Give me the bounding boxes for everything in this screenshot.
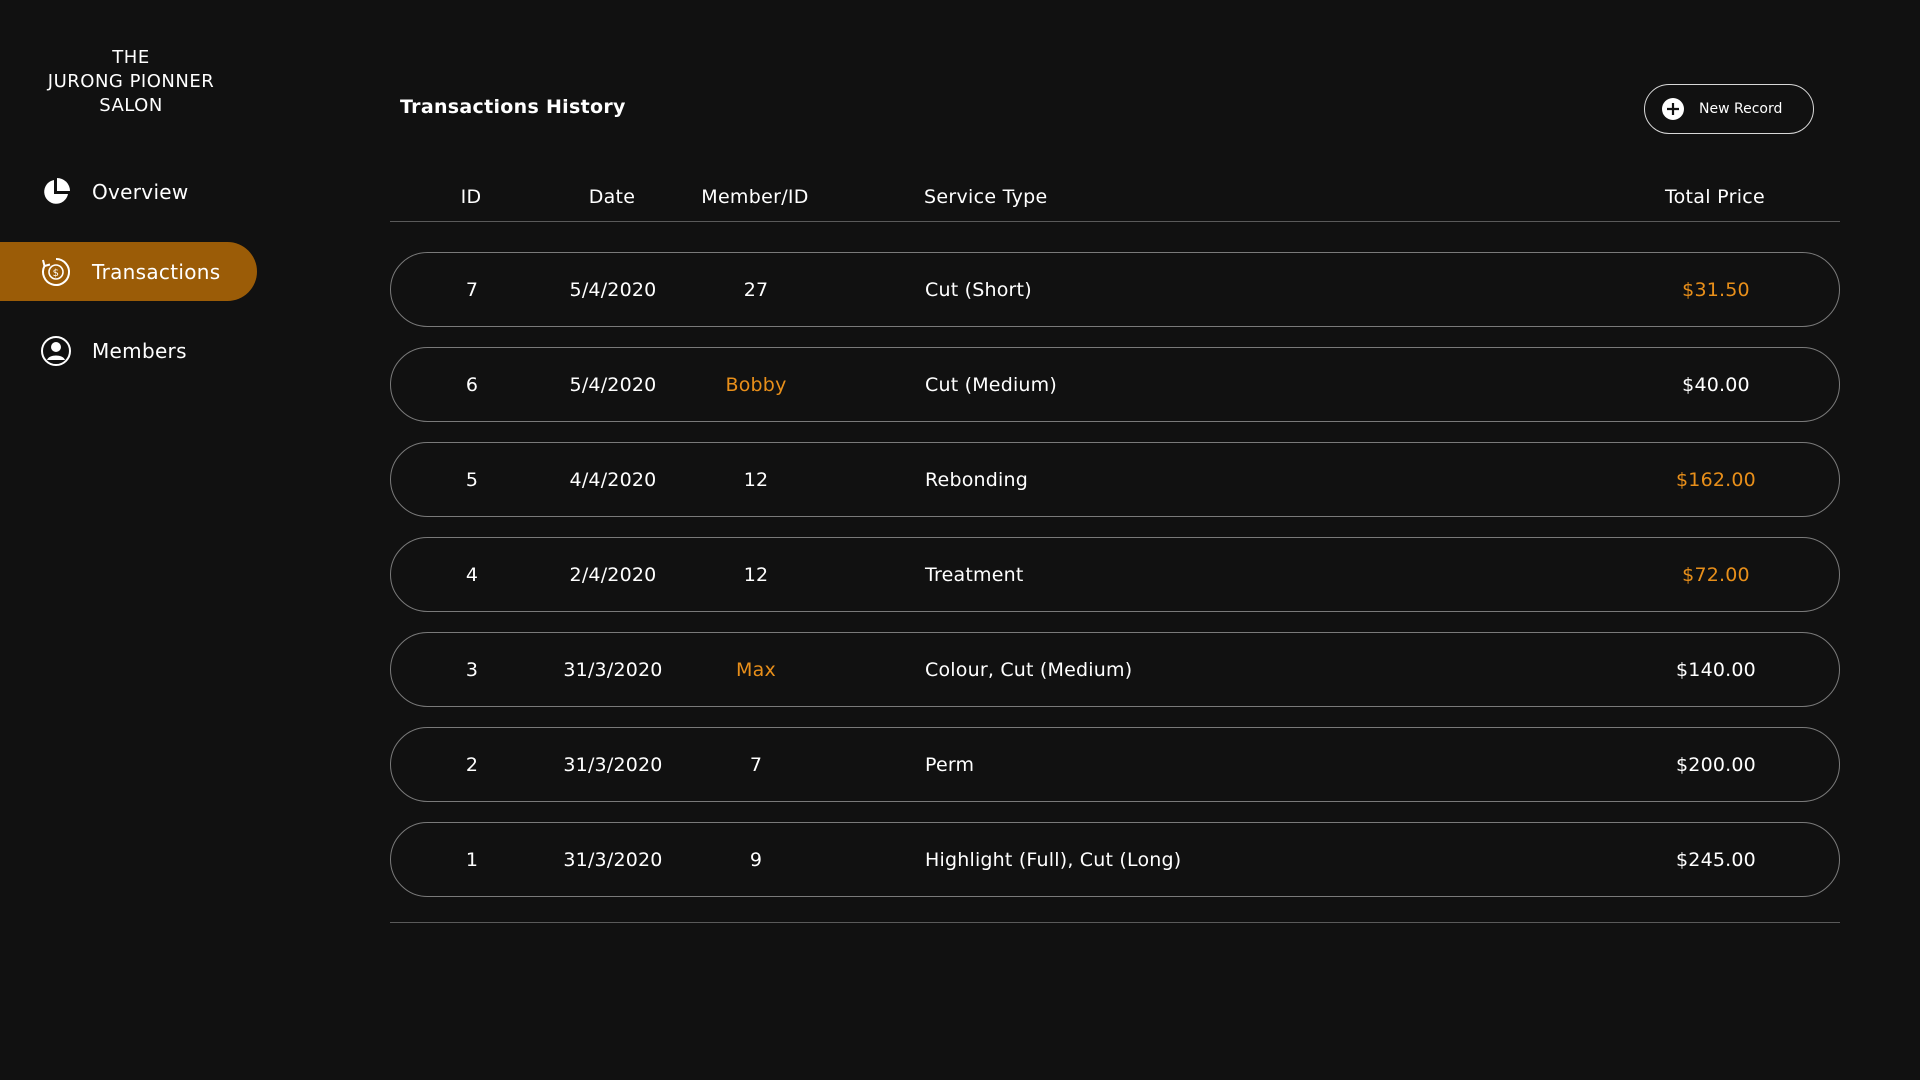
sidebar-item-members[interactable]: Members: [0, 321, 257, 380]
cell-member: 9: [749, 848, 763, 871]
brand-line-1: THE: [112, 47, 150, 68]
table-header: ID Date Member/ID Service Type Total Pri…: [390, 172, 1840, 222]
cell-member: Bobby: [725, 373, 787, 396]
table-row[interactable]: 5 4/4/2020 12 Rebonding $162.00: [390, 442, 1840, 517]
cell-service: Cut (Short): [925, 278, 1032, 301]
transactions-list: 7 5/4/2020 27 Cut (Short) $31.50 6 5/4/2…: [390, 252, 1840, 917]
cell-price: $31.50: [1682, 278, 1750, 301]
cell-date: 4/4/2020: [569, 468, 657, 491]
column-header-price: Total Price: [1664, 185, 1766, 208]
svg-text:$: $: [53, 268, 60, 279]
table-row[interactable]: 2 31/3/2020 7 Perm $200.00: [390, 727, 1840, 802]
cell-price: $140.00: [1676, 658, 1756, 681]
sidebar-item-label: Transactions: [92, 259, 221, 284]
column-header-service: Service Type: [924, 185, 1048, 208]
table-row[interactable]: 4 2/4/2020 12 Treatment $72.00: [390, 537, 1840, 612]
brand-line-2: JURONG PIONNER: [47, 71, 215, 92]
table-row[interactable]: 7 5/4/2020 27 Cut (Short) $31.50: [390, 252, 1840, 327]
brand-logo: THE JURONG PIONNER SALON: [0, 46, 262, 118]
cell-id: 2: [465, 753, 479, 776]
user-circle-icon: [40, 335, 72, 367]
cell-price: $200.00: [1676, 753, 1756, 776]
pie-chart-icon: [40, 176, 72, 208]
table-bottom-divider: [390, 922, 1840, 923]
sidebar-item-overview[interactable]: Overview: [0, 162, 257, 221]
sidebar-item-label: Overview: [92, 179, 189, 204]
cell-id: 6: [465, 373, 479, 396]
cell-service: Rebonding: [925, 468, 1029, 491]
table-row[interactable]: 1 31/3/2020 9 Highlight (Full), Cut (Lon…: [390, 822, 1840, 897]
cell-id: 1: [465, 848, 479, 871]
brand-line-3: SALON: [99, 95, 163, 116]
cell-service: Cut (Medium): [925, 373, 1057, 396]
cell-id: 4: [465, 563, 479, 586]
column-header-date: Date: [588, 185, 636, 208]
cell-date: 5/4/2020: [569, 373, 657, 396]
table-row[interactable]: 6 5/4/2020 Bobby Cut (Medium) $40.00: [390, 347, 1840, 422]
cell-date: 31/3/2020: [563, 658, 663, 681]
cell-member: 12: [743, 468, 769, 491]
cell-price: $245.00: [1676, 848, 1756, 871]
cell-date: 2/4/2020: [569, 563, 657, 586]
column-header-member: Member/ID: [701, 185, 809, 208]
cell-member: Max: [736, 658, 776, 681]
cell-price: $40.00: [1682, 373, 1750, 396]
cell-id: 7: [465, 278, 479, 301]
new-record-label: New Record: [1699, 101, 1783, 117]
cell-id: 5: [465, 468, 479, 491]
cell-service: Highlight (Full), Cut (Long): [925, 848, 1182, 871]
cell-date: 5/4/2020: [569, 278, 657, 301]
cell-date: 31/3/2020: [563, 753, 663, 776]
page-title: Transactions History: [400, 96, 626, 118]
sidebar-item-transactions[interactable]: $ Transactions: [0, 242, 257, 301]
cell-member: 12: [743, 563, 769, 586]
table-row[interactable]: 3 31/3/2020 Max Colour, Cut (Medium) $14…: [390, 632, 1840, 707]
cell-id: 3: [465, 658, 479, 681]
cell-service: Perm: [925, 753, 975, 776]
new-record-button[interactable]: New Record: [1644, 84, 1814, 134]
cell-service: Treatment: [925, 563, 1024, 586]
cell-member: 27: [743, 278, 769, 301]
cell-price: $72.00: [1682, 563, 1750, 586]
sidebar-item-label: Members: [92, 338, 187, 363]
dollar-cycle-icon: $: [40, 256, 72, 288]
cell-date: 31/3/2020: [563, 848, 663, 871]
cell-service: Colour, Cut (Medium): [925, 658, 1133, 681]
cell-price: $162.00: [1676, 468, 1756, 491]
column-header-id: ID: [460, 185, 482, 208]
cell-member: 7: [749, 753, 763, 776]
plus-circle-icon: [1661, 97, 1685, 121]
